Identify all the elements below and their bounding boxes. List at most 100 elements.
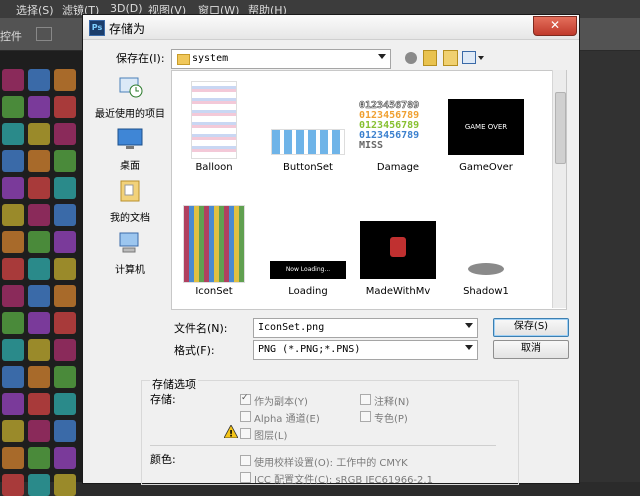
canvas-icon-tile: [2, 366, 24, 388]
chevron-down-icon: [465, 345, 473, 350]
canvas-icon-tile: [2, 150, 24, 172]
madewithmv-thumbnail: [360, 221, 436, 279]
iconset-thumbnail: [183, 205, 245, 283]
warning-icon: !: [224, 425, 238, 438]
color-label: 颜色:: [150, 453, 176, 466]
svg-text:!: !: [229, 430, 233, 439]
damage-thumbnail: 0123456789 0123456789 0123456789 0123456…: [359, 100, 437, 155]
canvas-icon-tile: [28, 312, 50, 334]
file-balloon[interactable]: Balloon: [174, 81, 254, 181]
save-options-group: 存储选项 存储: ✓ 作为副本(Y) 注释(N) Alpha 通道(E) 专色(…: [141, 376, 519, 486]
shadow1-thumbnail: [466, 239, 506, 279]
options-label: 控件: [0, 30, 22, 43]
buttonset-thumbnail: [271, 129, 345, 155]
place-desktop-label: 桌面: [120, 161, 140, 172]
layers-checkbox[interactable]: [240, 428, 251, 439]
file-madewithmv[interactable]: MadeWithMv: [358, 205, 438, 305]
canvas-icon-tile: [2, 177, 24, 199]
recent-icon: [119, 77, 143, 98]
file-damage[interactable]: 0123456789 0123456789 0123456789 0123456…: [358, 81, 438, 181]
file-iconset[interactable]: IconSet: [174, 205, 254, 305]
chevron-down-icon[interactable]: [465, 323, 473, 328]
icon-canvas: [0, 51, 82, 496]
menu-select[interactable]: 选择(S): [16, 2, 54, 18]
save-in-combo[interactable]: system: [171, 49, 391, 69]
chevron-down-icon: [378, 54, 386, 59]
canvas-icon-tile: [28, 123, 50, 145]
format-label: 格式(F):: [174, 344, 215, 357]
canvas-icon-tile: [54, 339, 76, 361]
canvas-icon-tile: [2, 474, 24, 496]
spot-checkbox[interactable]: [360, 411, 371, 422]
view-menu-icon[interactable]: [462, 51, 476, 64]
copy-checkbox[interactable]: ✓: [240, 393, 251, 405]
scrollbar-thumb[interactable]: [555, 92, 566, 164]
notes-checkbox[interactable]: [360, 394, 371, 405]
alpha-checkbox[interactable]: [240, 411, 251, 422]
canvas-icon-tile: [2, 231, 24, 253]
options-title: 存储选项: [150, 376, 198, 392]
filename-input[interactable]: IconSet.png: [253, 318, 478, 338]
place-recent-label: 最近使用的项目: [95, 109, 165, 120]
file-name: MadeWithMv: [365, 286, 431, 297]
file-name: Balloon: [195, 162, 233, 173]
damage-row: MISS: [359, 140, 384, 151]
proof-checkbox[interactable]: [240, 455, 251, 466]
canvas-icon-tile: [54, 69, 76, 91]
align-icon[interactable]: [36, 27, 52, 41]
icc-checkbox[interactable]: [240, 472, 251, 483]
file-name: GameOver: [459, 162, 513, 173]
canvas-icon-tile: [2, 123, 24, 145]
dialog-titlebar[interactable]: Ps 存储为 ✕: [83, 15, 579, 40]
spot-label: 专色(P): [374, 414, 408, 425]
view-menu-arrow-icon[interactable]: [478, 56, 484, 60]
places-bar: 最近使用的项目 桌面 我的文档 计算机: [91, 69, 169, 309]
place-recent[interactable]: 最近使用的项目: [91, 75, 169, 120]
canvas-icon-tile: [54, 150, 76, 172]
canvas-icon-tile: [28, 474, 50, 496]
folder-name: system: [192, 53, 229, 64]
canvas-icon-tile: [28, 447, 50, 469]
file-name: IconSet: [195, 286, 233, 297]
format-select[interactable]: PNG (*.PNG;*.PNS): [253, 340, 478, 360]
canvas-icon-tile: [2, 285, 24, 307]
canvas-icon-tile: [2, 447, 24, 469]
canvas-icon-tile: [28, 231, 50, 253]
canvas-icon-tile: [28, 366, 50, 388]
filename-value: IconSet.png: [258, 322, 325, 333]
up-folder-icon[interactable]: [423, 50, 437, 66]
file-buttonset[interactable]: ButtonSet: [268, 81, 348, 181]
copy-label: 作为副本(Y): [254, 397, 308, 408]
canvas-icon-tile: [28, 420, 50, 442]
new-folder-icon[interactable]: [443, 50, 458, 66]
file-list: Balloon ButtonSet 0123456789 0123456789 …: [171, 70, 567, 310]
canvas-icon-tile: [28, 285, 50, 307]
save-button[interactable]: 保存(S): [493, 318, 569, 337]
file-list-scrollbar[interactable]: [552, 70, 566, 308]
canvas-icon-tile: [54, 366, 76, 388]
file-gameover[interactable]: GAME OVER GameOver: [446, 81, 526, 181]
file-name: Shadow1: [463, 286, 509, 297]
file-loading[interactable]: Now Loading... Loading: [268, 205, 348, 305]
place-computer-label: 计算机: [115, 265, 145, 276]
canvas-icon-tile: [54, 204, 76, 226]
back-icon[interactable]: [405, 52, 417, 64]
place-documents[interactable]: 我的文档: [91, 179, 169, 224]
proof-label: 使用校样设置(O): 工作中的 CMYK: [254, 458, 408, 469]
canvas-icon-tile: [2, 258, 24, 280]
close-button[interactable]: ✕: [533, 16, 577, 36]
file-name: Damage: [376, 162, 420, 173]
place-computer[interactable]: 计算机: [91, 231, 169, 276]
cancel-button[interactable]: 取消: [493, 340, 569, 359]
canvas-icon-tile: [54, 123, 76, 145]
canvas-icon-tile: [28, 339, 50, 361]
filename-label: 文件名(N):: [174, 322, 228, 335]
canvas-icon-tile: [54, 177, 76, 199]
canvas-icon-tile: [28, 393, 50, 415]
place-desktop[interactable]: 桌面: [91, 127, 169, 172]
file-shadow1[interactable]: Shadow1: [446, 205, 526, 305]
canvas-icon-tile: [28, 69, 50, 91]
folder-icon: [177, 54, 190, 65]
canvas-icon-tile: [54, 285, 76, 307]
computer-icon: [119, 232, 139, 253]
